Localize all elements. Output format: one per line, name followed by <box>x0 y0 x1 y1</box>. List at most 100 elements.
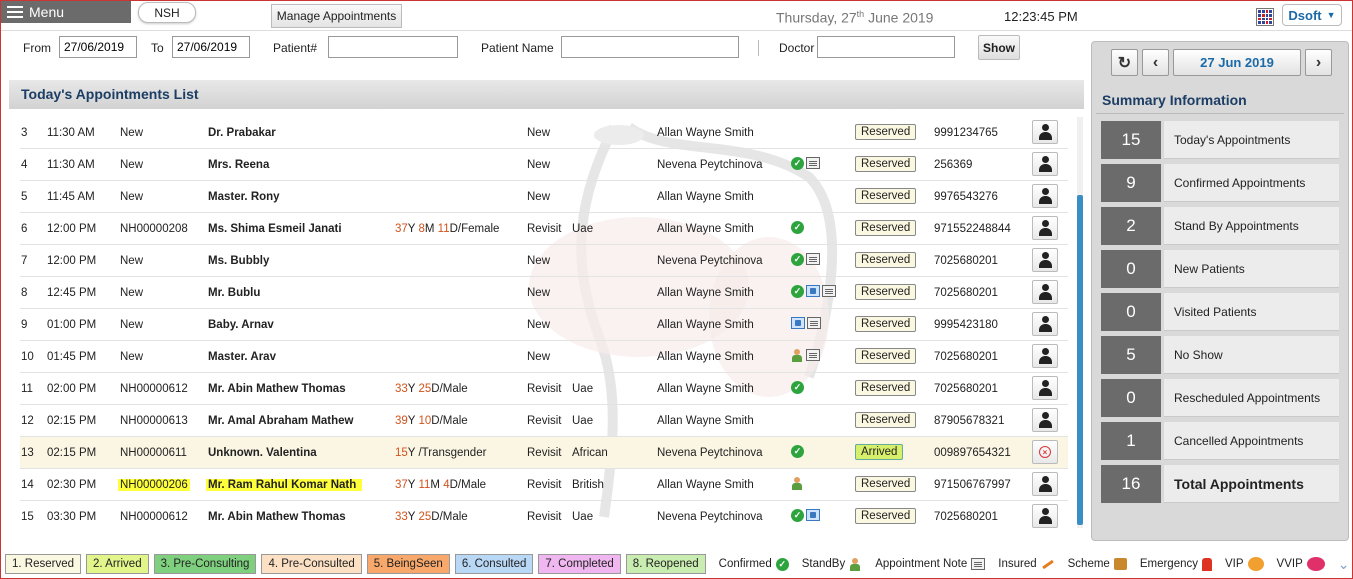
legend-vvip: VVIP <box>1277 557 1325 571</box>
double-chevron-down-icon[interactable]: ⌄ <box>1338 556 1350 573</box>
status-badge[interactable]: Reserved <box>855 124 917 140</box>
to-date-input[interactable] <box>172 36 250 58</box>
patient-profile-button[interactable] <box>1032 184 1058 208</box>
vip-badge-icon <box>1247 557 1264 571</box>
summary-item[interactable]: 15 Today's Appointments <box>1101 121 1339 159</box>
age-part: D/Male <box>449 479 487 491</box>
status-badge[interactable]: Reserved <box>855 284 917 300</box>
table-row[interactable]: 7 12:00 PM New Ms. Bubbly New Nevena Peytchin… <box>20 245 1068 277</box>
selected-date[interactable]: 27 Jun 2019 <box>1173 49 1301 76</box>
patient-profile-button[interactable] <box>1032 472 1058 496</box>
status-badge[interactable]: Reserved <box>855 252 917 268</box>
hamburger-icon <box>7 6 23 18</box>
show-button[interactable]: Show <box>978 35 1020 60</box>
status-badge[interactable]: Reserved <box>855 220 917 236</box>
status-badge[interactable]: Arrived <box>855 444 904 460</box>
menu-button[interactable]: Menu <box>1 1 131 23</box>
user-menu-button[interactable]: Dsoft ▼ <box>1282 4 1342 26</box>
patient-profile-button[interactable] <box>1032 504 1058 528</box>
summary-label: Cancelled Appointments <box>1164 422 1339 460</box>
patient-profile-button[interactable] <box>1032 280 1058 304</box>
status-badge[interactable]: Reserved <box>855 508 917 524</box>
table-row[interactable]: 5 11:45 AM New Master. Rony New Allan Wayne S… <box>20 181 1068 213</box>
summary-item[interactable]: 0 New Patients <box>1101 250 1339 288</box>
list-scrollbar[interactable] <box>1077 117 1083 528</box>
manage-appointments-button[interactable]: Manage Appointments <box>271 4 402 28</box>
table-row[interactable]: 14 02:30 PM NH00000206 Mr. Ram Rahul Komar … <box>20 469 1068 501</box>
patient-id: New <box>120 319 144 331</box>
cancel-button[interactable]: × <box>1032 440 1058 464</box>
patient-profile-button[interactable] <box>1032 216 1058 240</box>
age-part: 25 <box>418 511 432 523</box>
appointments-list: 3 11:30 AM New Dr. Prabakar New Allan Wayne S… <box>9 117 1069 528</box>
status-badge[interactable]: Reserved <box>855 380 917 396</box>
refresh-button[interactable]: ↻ <box>1111 49 1138 76</box>
previous-day-button[interactable]: ‹ <box>1142 49 1169 76</box>
scrollbar-thumb[interactable] <box>1077 195 1083 525</box>
appointment-time: 11:30 AM <box>47 159 95 171</box>
insured-icon <box>806 285 820 297</box>
summary-item[interactable]: 5 No Show <box>1101 336 1339 374</box>
table-row[interactable]: 8 12:45 PM New Mr. Bublu New Allan Wayne Smit… <box>20 277 1068 309</box>
summary-title: Summary Information <box>1102 92 1247 108</box>
table-row[interactable]: 4 11:30 AM New Mrs. Reena New Nevena Peytchin… <box>20 149 1068 181</box>
patient-name-input[interactable] <box>561 36 739 58</box>
apps-grid-icon[interactable] <box>1256 8 1274 26</box>
patient-number-input[interactable] <box>328 36 458 58</box>
table-row[interactable]: 6 12:00 PM NH00000208 Ms. Shima Esmeil Jana… <box>20 213 1068 245</box>
summary-count: 0 <box>1101 293 1161 331</box>
age-part: Y <box>407 415 419 427</box>
patient-profile-button[interactable] <box>1032 120 1058 144</box>
table-row[interactable]: 13 02:15 PM NH00000611 Unknown. Valentina 15… <box>20 437 1068 469</box>
phone-number: 7025680201 <box>934 255 998 267</box>
patient-profile-button[interactable] <box>1032 312 1058 336</box>
patient-profile-button[interactable] <box>1032 152 1058 176</box>
appointment-time: 12:00 PM <box>47 255 97 267</box>
next-day-button[interactable]: › <box>1305 49 1332 76</box>
doctor-input[interactable] <box>817 36 955 58</box>
summary-item[interactable]: 1 Cancelled Appointments <box>1101 422 1339 460</box>
facility-button[interactable]: NSH <box>138 2 196 23</box>
doctor-label: Doctor <box>779 41 815 55</box>
status-legend: 1. Reserved 2. Arrived 3. Pre-Consulting 4.… <box>1 550 1352 578</box>
legend-vip: VIP <box>1225 557 1264 571</box>
table-row[interactable]: 9 01:00 PM New Baby. Arnav New Allan Wayne Sm… <box>20 309 1068 341</box>
row-indicator-icons: ✓ <box>791 221 804 234</box>
phone-number: 009897654321 <box>934 447 1011 459</box>
row-indicator-icons: ✓ <box>791 253 820 266</box>
patient-profile-button[interactable] <box>1032 248 1058 272</box>
patient-name: Unknown. Valentina <box>208 447 317 459</box>
summary-panel: ↻ ‹ 27 Jun 2019 › Summary Information 15… <box>1091 41 1349 541</box>
chevron-right-icon: › <box>1315 53 1322 71</box>
row-indicator-icons: ✓ <box>791 157 820 170</box>
table-row[interactable]: 11 02:00 PM NH00000612 Mr. Abin Mathew Thom… <box>20 373 1068 405</box>
doctor-name: Allan Wayne Smith <box>657 191 754 203</box>
appointment-time: 02:15 PM <box>47 447 97 459</box>
status-badge[interactable]: Reserved <box>855 412 917 428</box>
legend-scheme: Scheme <box>1068 558 1127 570</box>
table-row[interactable]: 12 02:15 PM NH00000613 Mr. Amal Abraham Mat… <box>20 405 1068 437</box>
patient-profile-button[interactable] <box>1032 408 1058 432</box>
status-badge[interactable]: Reserved <box>855 476 917 492</box>
patient-name: Mr. Abin Mathew Thomas <box>208 383 346 395</box>
status-badge[interactable]: Reserved <box>855 316 917 332</box>
status-badge[interactable]: Reserved <box>855 348 917 364</box>
summary-item[interactable]: 0 Visited Patients <box>1101 293 1339 331</box>
table-row[interactable]: 10 01:45 PM New Master. Arav New Allan Wayne … <box>20 341 1068 373</box>
legend-status-5: 5. BeingSeen <box>366 554 450 574</box>
doctor-name: Nevena Peytchinova <box>657 511 763 523</box>
status-badge[interactable]: Reserved <box>855 188 917 204</box>
status-badge[interactable]: Reserved <box>855 156 917 172</box>
summary-item[interactable]: 9 Confirmed Appointments <box>1101 164 1339 202</box>
nationality: African <box>572 447 608 459</box>
patient-profile-button[interactable] <box>1032 376 1058 400</box>
visit-type: New <box>527 191 551 203</box>
visit-type: Revisit <box>527 223 562 235</box>
table-row[interactable]: 3 11:30 AM New Dr. Prabakar New Allan Wayne S… <box>20 117 1068 149</box>
table-row[interactable]: 15 03:30 PM NH00000612 Mr. Abin Mathew Thom… <box>20 501 1068 528</box>
from-date-input[interactable] <box>59 36 137 58</box>
summary-item[interactable]: 2 Stand By Appointments <box>1101 207 1339 245</box>
summary-item[interactable]: 0 Rescheduled Appointments <box>1101 379 1339 417</box>
summary-item[interactable]: 16 Total Appointments <box>1101 465 1339 503</box>
patient-profile-button[interactable] <box>1032 344 1058 368</box>
